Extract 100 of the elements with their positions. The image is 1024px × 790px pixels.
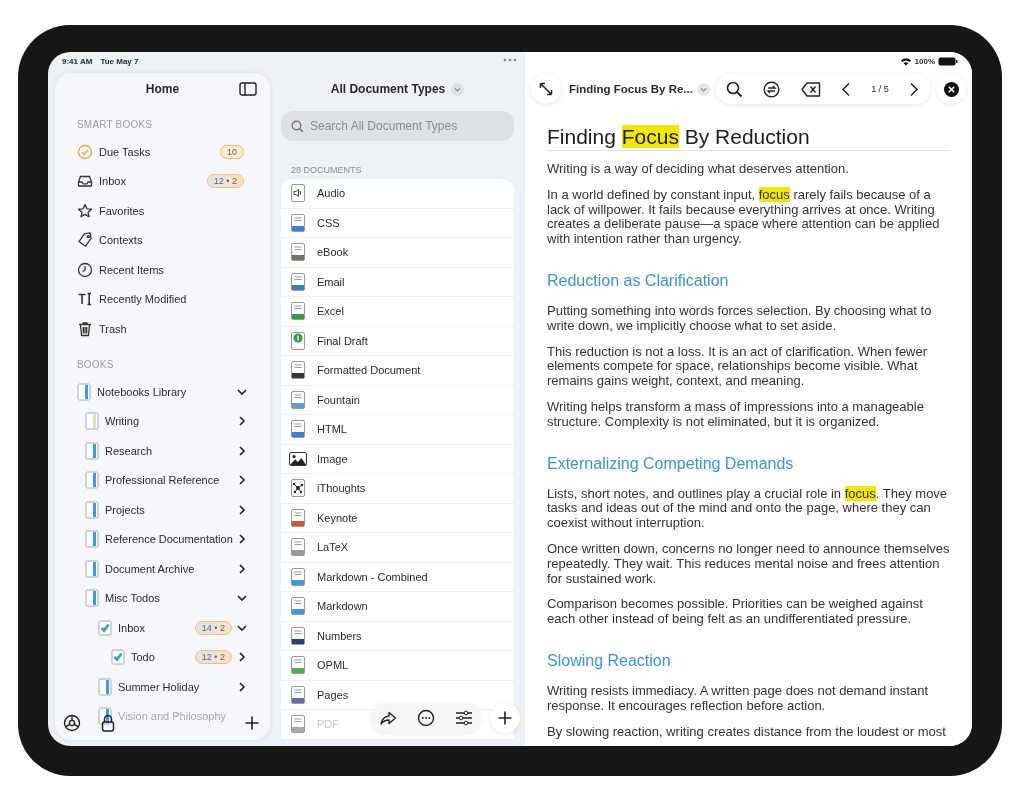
section-heading: Reduction as Clarification (547, 271, 730, 291)
paragraph: Once written down, concerns no longer need to announce themselves repeatedly. They wait. This reduces mental noise and frees attention for sustained work. (547, 541, 950, 587)
filter-sliders-icon[interactable] (455, 710, 473, 726)
notebook-icon (98, 677, 112, 696)
close-button[interactable] (936, 74, 966, 104)
replace-icon[interactable] (763, 80, 781, 98)
checklist-icon (111, 649, 125, 666)
settings-icon[interactable] (63, 714, 81, 732)
inbox-tray-icon (77, 173, 93, 190)
star-icon (77, 202, 93, 219)
document-type-item[interactable]: CSS (289, 213, 340, 232)
document-count: 28 DOCUMENTS (290, 164, 363, 177)
list-title[interactable]: All Document Types (330, 82, 446, 96)
section-header: SMART BOOKS (76, 118, 154, 132)
notebook-item[interactable]: Projects (55, 495, 270, 525)
document-type-item[interactable]: LaTeX (289, 538, 349, 557)
document-type-item[interactable]: HTML (289, 420, 347, 439)
document-type-item[interactable]: Excel (289, 302, 344, 321)
paragraph: Comparison becomes possible. Priorities can be weighed against each other instead of being felt as an undifferentiated pressure. (547, 597, 924, 627)
clock-icon (77, 261, 93, 278)
paragraph: This reduction is not a loss. It is an act of clarification. When fewer elements compete for space, relationships become visible. What remains gains weight, context, and meaning. (547, 344, 929, 389)
document-type-item[interactable]: Numbers (289, 626, 362, 645)
next-icon[interactable] (908, 81, 919, 97)
section-heading: Slowing Reaction (547, 650, 672, 671)
document-type-item[interactable]: Formatted Document (289, 361, 421, 380)
smart-book-item[interactable]: Inbox 12 • 2 (55, 166, 270, 196)
document-type-item[interactable]: OPML (289, 656, 349, 675)
notebook-item[interactable]: Inbox 14 • 2 (55, 613, 270, 643)
notebook-icon (77, 382, 91, 401)
document-heading: Finding Focus By Reduction (547, 124, 950, 151)
document-type-item[interactable]: Email (289, 272, 345, 291)
match-counter: 1 / 5 (871, 84, 889, 94)
notebook-item[interactable]: Reference Documentation (55, 524, 270, 554)
paragraph: Writing resists immediacy. A written page does not demand instant response. It encourages reflection before action. (547, 683, 930, 714)
notebook-item[interactable]: Document Archive (55, 554, 270, 584)
lock-icon[interactable] (101, 714, 115, 732)
clear-search-icon[interactable] (800, 81, 821, 97)
file-icon (289, 331, 307, 350)
notebook-item[interactable]: Misc Todos (55, 583, 270, 613)
more-icon[interactable] (417, 709, 435, 727)
status-time: 9:41 AM (62, 56, 93, 66)
chevron-right-icon[interactable] (236, 533, 248, 546)
notebook-icon (85, 412, 99, 431)
add-icon[interactable] (244, 715, 260, 731)
document-type-item[interactable]: Fountain (289, 390, 360, 409)
document-type-item[interactable]: iThoughts (289, 479, 366, 498)
document-type-item[interactable]: Final Draft (289, 331, 368, 350)
document-title-menu[interactable]: Finding Focus By Re... (569, 83, 693, 95)
smart-book-item[interactable]: Favorites (55, 196, 270, 226)
chevron-right-icon[interactable] (236, 651, 248, 664)
paragraph: Lists, short notes, and outlines play a crucial role in focus. They move tasks and ideas out of the mind and onto the page, where they can coexist without interruption. (547, 486, 949, 531)
battery-percentage: 100% (914, 56, 935, 66)
sidebar-toggle-icon[interactable] (239, 82, 257, 96)
search-icon[interactable] (725, 80, 743, 98)
close-icon (943, 81, 959, 97)
status-date: Tue May 7 (100, 56, 139, 66)
document-type-item[interactable]: Markdown - Combined (289, 567, 428, 586)
document-type-item[interactable]: Markdown (289, 597, 368, 616)
add-icon (497, 710, 513, 726)
paragraph: Putting something into words forces selection. By choosing what to write down, we implicitly choose what to set aside. (547, 304, 933, 334)
notebook-icon (85, 589, 99, 608)
notebook-item[interactable]: Research (55, 436, 270, 466)
chevron-right-icon[interactable] (236, 444, 248, 457)
text-cursor-icon (77, 291, 93, 308)
mind-map-icon (289, 479, 307, 498)
smart-book-item[interactable]: Due Tasks 10 (55, 137, 270, 167)
previous-icon[interactable] (840, 81, 851, 97)
dropdown-caret-icon[interactable] (696, 82, 710, 96)
chevron-right-icon[interactable] (236, 474, 248, 487)
wifi-icon (899, 56, 912, 66)
document-type-item[interactable]: Image (289, 451, 348, 466)
smart-book-item[interactable]: Trash (55, 314, 270, 344)
search-field[interactable]: Search All Document Types (281, 111, 514, 141)
paragraph: In a world defined by constant input, focus rarely fails because of a lack of willpower. It fails because everything arrives at once. Writing creates a deliberate pause—a space where attention can be applied with intention rather than urgency. (547, 187, 941, 247)
notebook-item[interactable]: Todo 12 • 2 (55, 642, 270, 672)
multitasking-dots-icon[interactable] (503, 58, 517, 62)
smart-book-item[interactable]: Recent Items (55, 255, 270, 285)
document-type-item[interactable]: Audio (289, 184, 346, 203)
notebook-item[interactable]: Professional Reference (55, 465, 270, 495)
share-arrow-icon[interactable] (379, 710, 397, 726)
image-icon (289, 451, 307, 466)
document-type-item[interactable]: Pages (289, 685, 349, 704)
paragraph: By slowing reaction, writing creates distance from the loudest or most (547, 724, 947, 740)
chevron-right-icon[interactable] (236, 415, 248, 428)
smart-book-item[interactable]: Contexts (55, 225, 270, 255)
notebook-item[interactable]: Notebooks Library (55, 377, 270, 407)
chevron-right-icon[interactable] (236, 680, 248, 693)
search-icon (291, 120, 304, 133)
chevron-right-icon[interactable] (236, 503, 248, 516)
document-type-item[interactable]: Keynote (289, 508, 358, 527)
chevron-right-icon[interactable] (236, 562, 248, 575)
expand-arrows-icon (538, 81, 554, 97)
document-type-item[interactable]: eBook (289, 243, 349, 262)
section-header: BOOKS (76, 358, 115, 372)
count-badge: 10 (220, 144, 244, 159)
expand-button[interactable] (531, 74, 561, 104)
notebook-item[interactable]: Summer Holiday (55, 672, 270, 702)
notebook-item[interactable]: Writing (55, 406, 270, 436)
sidebar-title: Home (145, 82, 180, 96)
smart-book-item[interactable]: Recently Modified (55, 284, 270, 314)
